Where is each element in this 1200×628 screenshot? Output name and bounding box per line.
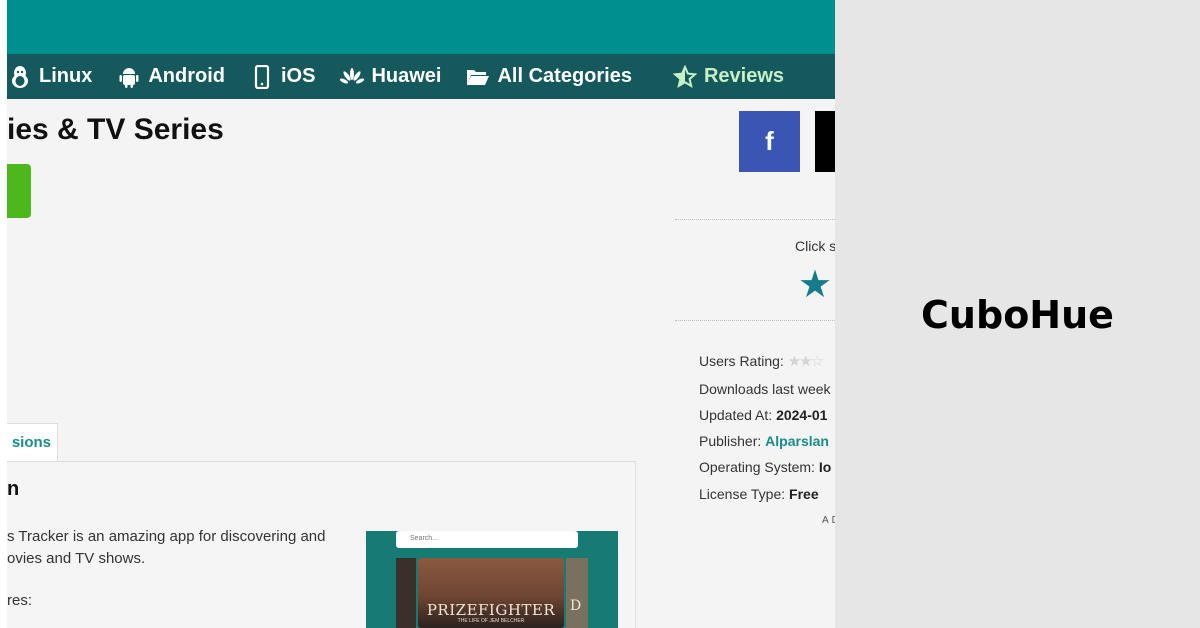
ad-label: AD: [822, 515, 835, 526]
brand-name: CuboHue: [921, 293, 1114, 337]
nav-item-huawei[interactable]: Huawei: [339, 54, 441, 99]
rating-stars: ★★☆: [787, 353, 824, 370]
app-search-bar: Search...: [396, 531, 578, 548]
description-line: ovies and TV shows.: [7, 550, 146, 567]
info-label: Downloads last week: [699, 381, 831, 397]
nav-item-label: iOS: [281, 65, 316, 87]
poster-letter: D: [570, 598, 582, 614]
facebook-share-button[interactable]: f: [739, 111, 800, 172]
linux-penguin-icon: [7, 64, 33, 90]
nav-item-ios[interactable]: iOS: [249, 54, 315, 99]
updated-value: 2024-01: [776, 407, 828, 423]
license-value: Free: [789, 486, 819, 502]
brand-panel: CuboHue: [835, 0, 1200, 628]
poster-title: PRIZEFIGHTER: [426, 601, 556, 619]
website-screenshot: Linux Android iOS Huawei All Categories: [7, 0, 835, 628]
divider: [675, 219, 835, 220]
section-heading: n: [7, 478, 20, 500]
features-label: res:: [7, 592, 33, 609]
category-navbar: Linux Android iOS Huawei All Categories: [7, 54, 835, 99]
license-row: License Type: Free: [699, 486, 819, 502]
nav-item-linux[interactable]: Linux: [7, 54, 92, 99]
nav-item-label: Huawei: [371, 65, 442, 87]
star-half-icon: [672, 64, 698, 90]
nav-item-all-categories[interactable]: All Categories: [465, 54, 632, 99]
download-button[interactable]: [7, 164, 31, 218]
os-value: Io: [818, 459, 832, 475]
nav-item-label: Linux: [39, 65, 93, 87]
huawei-icon: [339, 64, 365, 90]
divider: [675, 320, 835, 321]
info-label: Users Rating:: [699, 353, 784, 369]
tab-versions[interactable]: sions: [7, 423, 58, 461]
poster-thumbnail: D: [566, 558, 588, 628]
nav-item-label: Android: [148, 65, 225, 87]
page-title: ies & TV Series: [7, 113, 224, 146]
info-label: Publisher:: [699, 433, 762, 449]
description-line: s Tracker is an amazing app for discover…: [7, 528, 326, 545]
app-screenshot-image[interactable]: Search... PRIZEFIGHTER THE LIFE OF JEM B…: [366, 531, 618, 628]
nav-item-android[interactable]: Android: [116, 54, 225, 99]
folder-open-icon: [465, 64, 491, 90]
nav-item-label: Reviews: [703, 65, 785, 87]
users-rating-row: Users Rating: ★★☆: [699, 352, 824, 370]
facebook-icon: f: [765, 126, 774, 156]
rate-star-icon[interactable]: ★: [798, 266, 832, 304]
app-description: s Tracker is an amazing app for discover…: [7, 526, 337, 570]
os-row: Operating System: Io: [699, 459, 831, 475]
updated-row: Updated At: 2024-01: [699, 407, 827, 423]
header-bar: [7, 0, 835, 54]
publisher-link[interactable]: Alparslan: [765, 433, 829, 449]
phone-icon: [249, 64, 275, 90]
share-button[interactable]: [815, 111, 835, 172]
poster-thumbnail: [396, 558, 416, 628]
nav-item-label: All Categories: [497, 65, 632, 87]
info-label: Operating System:: [699, 459, 815, 475]
poster-featured: PRIZEFIGHTER THE LIFE OF JEM BELCHER: [418, 558, 564, 628]
info-label: Updated At:: [699, 407, 773, 423]
info-label: License Type:: [699, 486, 786, 502]
nav-item-reviews[interactable]: Reviews: [672, 54, 784, 99]
rate-prompt: Click s: [795, 238, 835, 254]
android-icon: [116, 64, 142, 90]
poster-subtitle: THE LIFE OF JEM BELCHER: [457, 618, 525, 624]
publisher-row: Publisher: Alparslan: [699, 433, 829, 449]
downloads-row: Downloads last week: [699, 381, 831, 397]
